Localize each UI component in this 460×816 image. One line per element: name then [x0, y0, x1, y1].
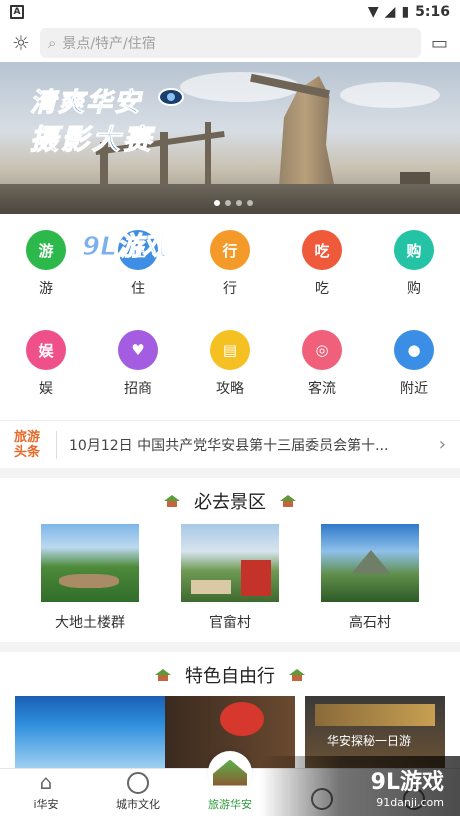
carousel-dot[interactable] — [247, 200, 253, 206]
banner-carousel[interactable]: 清爽华安 摄影大赛 — [0, 62, 460, 214]
carousel-dot[interactable] — [225, 200, 231, 206]
banner-title-line2: 摄影大赛 — [29, 123, 155, 157]
tab-ihuaan[interactable]: ⌂ i华安 — [0, 769, 92, 816]
spot-label: 大地土楼群 — [55, 615, 125, 631]
category-grid: 游游住住行行吃吃购购娱娱 ♥ 招商 ▤ 攻略 ◎ 客流 ● 附近 — [0, 222, 460, 402]
banner-ground — [0, 184, 460, 214]
carousel-dot[interactable] — [236, 200, 242, 206]
watermark-big: 9L游戏 — [370, 769, 444, 795]
category-5[interactable]: 娱娱 — [0, 322, 92, 402]
wifi-icon: ▼ — [367, 4, 379, 20]
section-divider — [0, 642, 460, 652]
category-label: 附近 — [400, 381, 428, 397]
home-icon: ⌂ — [39, 770, 53, 794]
category-label: 客流 — [308, 381, 336, 397]
category-label: 娱 — [39, 381, 53, 397]
search-icon: ⌕ — [47, 34, 57, 52]
category-9[interactable]: ● 附近 — [368, 322, 460, 402]
hut-icon — [280, 495, 296, 507]
category-4[interactable]: 购购 — [368, 222, 460, 302]
spot-image — [321, 524, 419, 602]
news-ticker[interactable]: 旅游头条 10月12日 中国共产党华安县第十三届委员会第十... › — [0, 420, 460, 468]
tab-label: 城市文化 — [116, 798, 160, 811]
watermark-small: 91danji.com — [376, 795, 444, 809]
spot-card[interactable]: 官畲村 — [180, 524, 280, 632]
status-bar: A ▼ ◢ ▮ 5:16 — [0, 0, 460, 24]
carousel-dot[interactable] — [214, 200, 220, 206]
weather-sun-icon[interactable]: ☼ — [12, 31, 30, 55]
search-bar[interactable]: ⌕ 景点/特产/住宿 — [39, 28, 421, 58]
play-icon: 游 — [26, 230, 66, 270]
news-separator — [56, 430, 57, 459]
category-label: 购 — [407, 281, 421, 297]
category-8[interactable]: ◎ 客流 — [276, 322, 368, 402]
travel-hub-icon — [208, 751, 252, 794]
status-time: 5:16 — [415, 4, 450, 20]
spot-image — [41, 524, 139, 602]
feature-card[interactable] — [15, 696, 295, 768]
tab-label: 旅游华安 — [208, 798, 252, 811]
spot-card[interactable]: 大地土楼群 — [40, 524, 140, 632]
news-tag: 旅游头条 — [14, 429, 41, 460]
category-0[interactable]: 游游 — [0, 222, 92, 302]
spot-label: 官畲村 — [209, 615, 251, 631]
section-title-must-go: 必去景区 — [0, 488, 460, 514]
section-title-text: 特色自由行 — [185, 666, 275, 687]
notification-a-icon: A — [10, 5, 24, 19]
category-label: 行 — [223, 281, 237, 297]
category-3[interactable]: 吃吃 — [276, 222, 368, 302]
spot-card[interactable]: 高石村 — [320, 524, 420, 632]
news-headline[interactable]: 10月12日 中国共产党华安县第十三届委员会第十... — [69, 435, 427, 455]
cart-icon: 购 — [394, 230, 434, 270]
signal-icon: ◢ — [384, 4, 396, 20]
watermark-bottom: 9L游戏 91danji.com — [260, 756, 460, 816]
food-icon: 吃 — [302, 230, 342, 270]
category-label: 吃 — [315, 281, 329, 297]
spot-list: 大地土楼群 官畲村 高石村 — [0, 524, 460, 632]
battery-icon: ▮ — [401, 4, 410, 20]
fun-icon: 娱 — [26, 330, 66, 370]
camera-eye-icon — [158, 88, 184, 106]
culture-icon — [127, 772, 149, 794]
top-bar: ☼ ⌕ 景点/特产/住宿 ▭ — [0, 24, 460, 62]
tab-label: i华安 — [33, 798, 59, 811]
road-icon: 行 — [210, 230, 250, 270]
hut-icon — [164, 495, 180, 507]
spot-image — [181, 524, 279, 602]
category-7[interactable]: ▤ 攻略 — [184, 322, 276, 402]
section-divider — [0, 468, 460, 478]
category-2[interactable]: 行行 — [184, 222, 276, 302]
location-pin-icon: ● — [394, 330, 434, 370]
flow-icon: ◎ — [302, 330, 342, 370]
book-icon: ▤ — [210, 330, 250, 370]
hut-icon — [155, 669, 171, 681]
category-label: 招商 — [124, 381, 152, 397]
chevron-right-icon[interactable]: › — [439, 434, 446, 455]
handshake-icon: ♥ — [118, 330, 158, 370]
feature-caption: 华安探秘一日游 — [327, 734, 412, 748]
category-label: 游 — [39, 281, 53, 297]
message-icon[interactable]: ▭ — [431, 33, 448, 54]
category-label: 攻略 — [216, 381, 244, 397]
category-6[interactable]: ♥ 招商 — [92, 322, 184, 402]
watermark-logo: 9L游戏 — [82, 232, 170, 263]
carousel-indicator[interactable] — [214, 200, 253, 206]
section-title-free-travel: 特色自由行 — [0, 662, 460, 688]
section-title-text: 必去景区 — [194, 492, 266, 513]
spot-label: 高石村 — [349, 615, 391, 631]
category-label: 住 — [131, 281, 145, 297]
hut-icon — [289, 669, 305, 681]
tab-city-culture[interactable]: 城市文化 — [92, 769, 184, 816]
search-placeholder: 景点/特产/住宿 — [62, 36, 156, 52]
banner-title-line1: 清爽华安 — [29, 88, 143, 119]
